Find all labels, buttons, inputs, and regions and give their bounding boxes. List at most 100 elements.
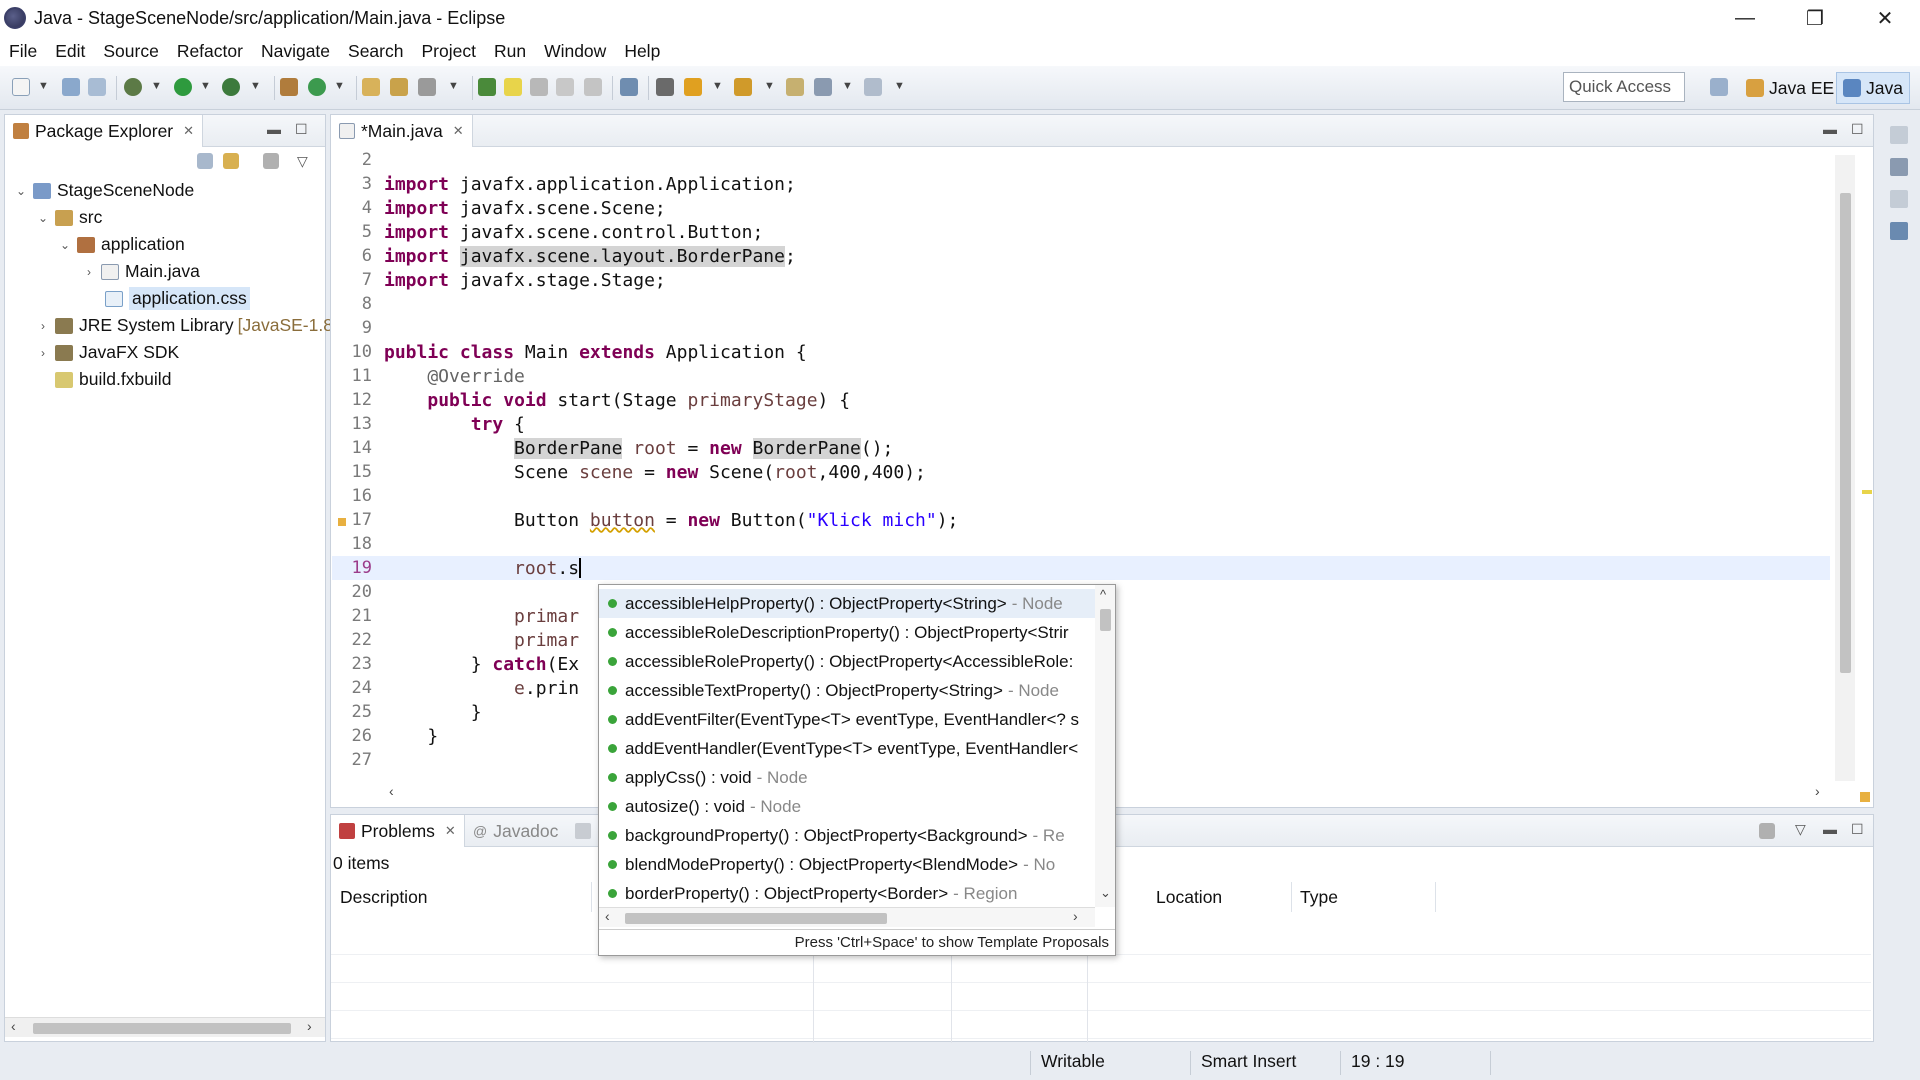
column-location[interactable]: Location (1148, 882, 1292, 912)
menu-window[interactable]: Window (535, 41, 615, 62)
paragraph-icon[interactable] (584, 78, 602, 96)
show-whitespace-icon[interactable] (556, 78, 574, 96)
collapsed-icon[interactable]: › (35, 319, 51, 333)
menu-navigate[interactable]: Navigate (252, 41, 339, 62)
back-dropdown-icon[interactable]: ▼ (842, 80, 853, 92)
last-edit-icon[interactable] (786, 78, 804, 96)
expanded-icon[interactable]: ⌄ (13, 184, 29, 198)
scroll-right-icon[interactable]: › (1073, 908, 1078, 924)
scroll-thumb[interactable] (625, 913, 887, 924)
new-class-dropdown-icon[interactable]: ▼ (334, 80, 345, 92)
scroll-thumb[interactable] (1840, 193, 1851, 673)
restore-icon[interactable] (1890, 126, 1908, 144)
menu-edit[interactable]: Edit (46, 41, 94, 62)
prev-annotation-dropdown-icon[interactable]: ▼ (764, 80, 775, 92)
open-task-icon[interactable] (390, 78, 408, 96)
tree-item-build-fxbuild[interactable]: build.fxbuild (35, 366, 171, 393)
run-icon[interactable] (174, 78, 192, 96)
menu-file[interactable]: File (0, 41, 46, 62)
tree-item-src[interactable]: ⌄ src (35, 204, 102, 231)
collapsed-icon[interactable]: › (81, 265, 97, 279)
menu-help[interactable]: Help (615, 41, 669, 62)
proposal-item[interactable]: backgroundProperty() : ObjectProperty<Ba… (599, 821, 1095, 850)
expanded-icon[interactable]: ⌄ (57, 238, 73, 252)
scroll-left-icon[interactable]: ‹ (389, 783, 394, 799)
minimize-button[interactable]: — (1710, 0, 1780, 36)
scroll-right-icon[interactable]: › (1815, 783, 1820, 799)
scroll-left-icon[interactable]: ‹ (605, 908, 610, 924)
scroll-up-icon[interactable]: ^ (1100, 587, 1106, 602)
quick-access-input[interactable]: Quick Access (1563, 72, 1685, 102)
menu-run[interactable]: Run (485, 41, 535, 62)
proposal-item[interactable]: blendModeProperty() : ObjectProperty<Ble… (599, 850, 1095, 879)
new-icon[interactable] (12, 78, 30, 96)
maximize-view-icon[interactable]: ☐ (1851, 821, 1864, 838)
forward-icon[interactable] (864, 78, 882, 96)
minimize-view-icon[interactable]: ▬ (267, 121, 281, 137)
tree-item-main-java[interactable]: › Main.java (81, 258, 200, 285)
close-tab-icon[interactable]: ✕ (453, 123, 464, 139)
menu-source[interactable]: Source (94, 41, 167, 62)
minimize-view-icon[interactable]: ▬ (1823, 821, 1837, 837)
scroll-thumb[interactable] (33, 1023, 291, 1034)
coverage-icon[interactable] (222, 78, 240, 96)
tab-package-explorer[interactable]: Package Explorer ✕ (5, 115, 204, 147)
next-annotation-icon[interactable] (684, 78, 702, 96)
overview-warning-marker[interactable] (1862, 490, 1872, 494)
skip-breakpoints-icon[interactable] (656, 78, 674, 96)
new-package-icon[interactable] (280, 78, 298, 96)
open-perspective-icon[interactable] (1710, 78, 1728, 96)
warning-gutter-icon[interactable] (338, 518, 346, 526)
restore-icon[interactable] (1890, 190, 1908, 208)
editor-vscrollbar[interactable] (1835, 155, 1855, 781)
next-annotation-dropdown-icon[interactable]: ▼ (712, 80, 723, 92)
close-tab-icon[interactable]: ✕ (183, 123, 194, 139)
menu-refactor[interactable]: Refactor (168, 41, 252, 62)
scroll-thumb[interactable] (1100, 609, 1111, 631)
tab-javadoc[interactable]: @ Javadoc (465, 815, 566, 847)
scroll-left-icon[interactable]: ‹ (11, 1018, 16, 1034)
proposal-item[interactable]: accessibleRoleProperty() : ObjectPropert… (599, 647, 1095, 676)
perspective-java[interactable]: Java (1836, 72, 1910, 104)
scroll-down-icon[interactable]: ⌄ (1100, 885, 1111, 901)
tab-problems[interactable]: Problems ✕ (331, 815, 465, 847)
collapsed-icon[interactable]: › (35, 346, 51, 360)
column-description[interactable]: Description^ (332, 882, 613, 912)
maximize-view-icon[interactable]: ☐ (295, 121, 308, 138)
search-dropdown-icon[interactable]: ▼ (448, 80, 459, 92)
proposals-vscrollbar[interactable]: ^ ⌄ (1095, 585, 1115, 907)
prev-annotation-icon[interactable] (734, 78, 752, 96)
external-tools-dropdown-icon[interactable]: ▼ (250, 80, 261, 92)
minimize-editor-icon[interactable]: ▬ (1823, 121, 1837, 137)
proposal-item[interactable]: addEventHandler(EventType<T> eventType, … (599, 734, 1095, 763)
status-insert-mode[interactable]: Smart Insert (1190, 1051, 1340, 1075)
restore-button[interactable]: ❐ (1780, 0, 1850, 36)
perspective-java-ee[interactable]: Java EE (1740, 72, 1840, 104)
scroll-right-icon[interactable]: › (307, 1018, 312, 1034)
filter-icon[interactable] (1759, 823, 1775, 839)
terminal-icon[interactable] (620, 78, 638, 96)
search-icon[interactable] (418, 78, 436, 96)
debug-dropdown-icon[interactable]: ▼ (151, 80, 162, 92)
column-type[interactable]: Type (1292, 882, 1436, 912)
proposal-item[interactable]: borderProperty() : ObjectProperty<Border… (599, 879, 1095, 908)
forward-dropdown-icon[interactable]: ▼ (894, 80, 905, 92)
tree-item-javafx-sdk[interactable]: › JavaFX SDK (35, 339, 179, 366)
toggle-highlight-icon[interactable] (504, 78, 522, 96)
save-icon[interactable] (62, 78, 80, 96)
new-class-icon[interactable] (308, 78, 326, 96)
tree-item-application-css[interactable]: application.css (85, 285, 250, 312)
status-cursor-position[interactable]: 19 : 19 (1340, 1051, 1490, 1075)
debug-icon[interactable] (124, 78, 142, 96)
proposal-item[interactable]: applyCss() : void - Node (599, 763, 1095, 792)
tree-item-jre-library[interactable]: › JRE System Library [JavaSE-1.8 (35, 312, 333, 339)
tree-item-application-package[interactable]: ⌄ application (57, 231, 185, 258)
new-dropdown-icon[interactable]: ▼ (38, 80, 49, 92)
proposal-item[interactable]: accessibleRoleDescriptionProperty() : Ob… (599, 618, 1095, 647)
tree-item-project[interactable]: ⌄ StageSceneNode (13, 177, 194, 204)
menu-project[interactable]: Project (412, 41, 484, 62)
toggle-mark-icon[interactable] (478, 78, 496, 96)
outline-icon[interactable] (1890, 222, 1908, 240)
view-menu-icon[interactable]: ▽ (297, 153, 308, 170)
tab-main-java[interactable]: *Main.java ✕ (331, 115, 473, 147)
